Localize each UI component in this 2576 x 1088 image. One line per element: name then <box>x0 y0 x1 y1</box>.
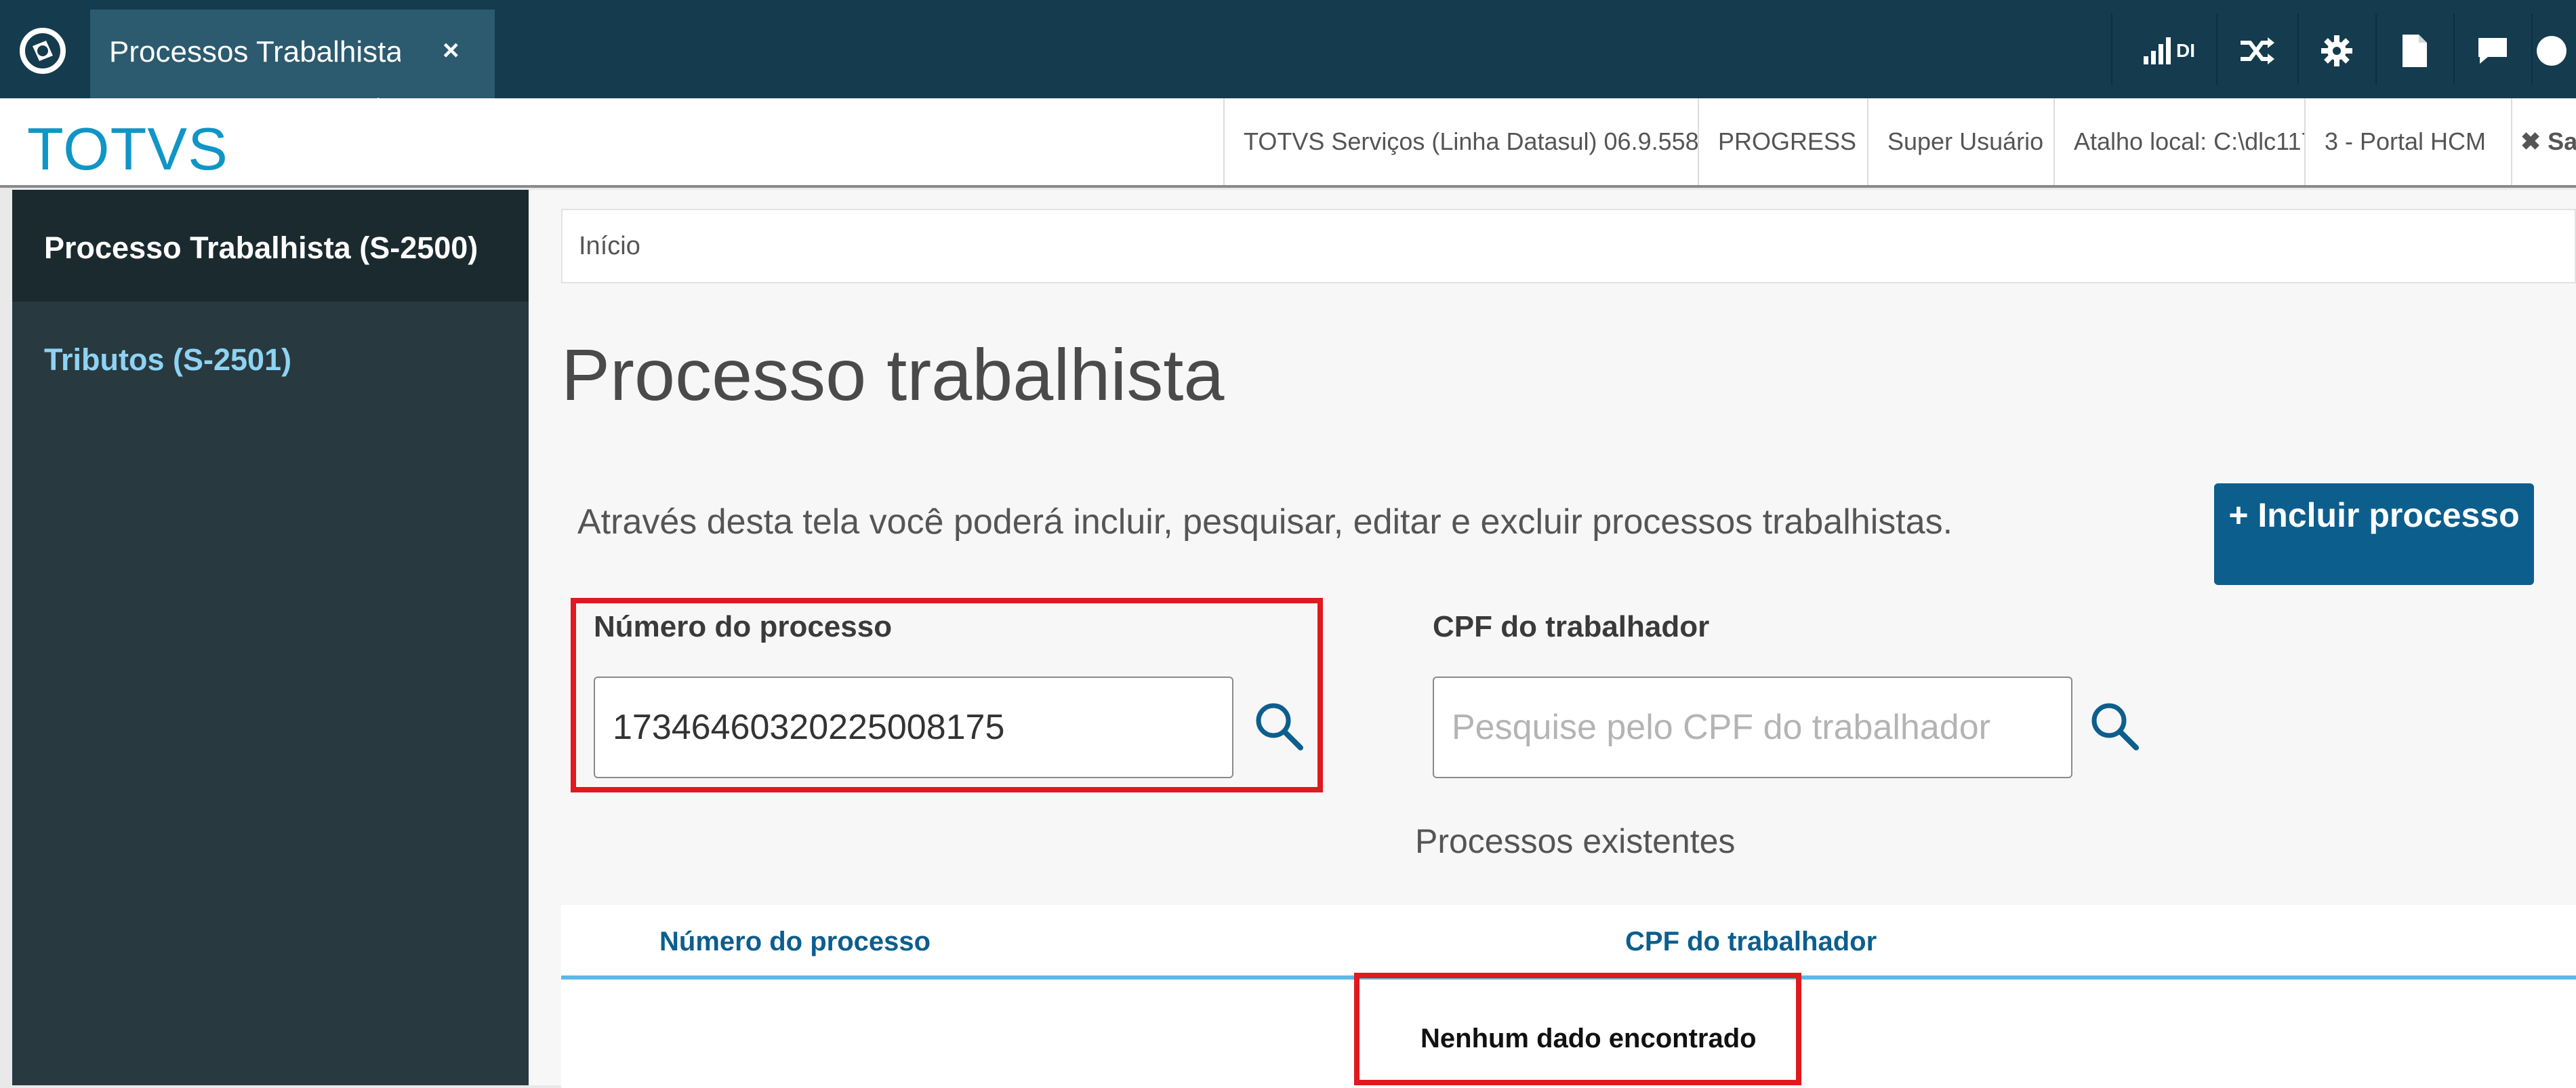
header-local-shortcut: Atalho local: C:\dlc117 <box>2053 98 2304 185</box>
search-icon[interactable] <box>2087 699 2142 753</box>
chat-icon[interactable] <box>2455 20 2530 81</box>
gear-icon[interactable] <box>2299 20 2374 81</box>
header-logout-button[interactable]: ✖ Sa <box>2511 98 2576 185</box>
info-header: TOTVS TOTVS Serviços (Linha Datasul) 06.… <box>0 98 2576 188</box>
sidebar-item-processo-trabalhista[interactable]: Processo Trabalhista (S-2500) <box>12 190 529 302</box>
top-bar: Processos Trabalhista: × DI <box>0 0 2576 108</box>
main-content: Início Processo trabalhista Através dest… <box>529 190 2576 1088</box>
toolbar-divider <box>2216 14 2217 85</box>
brand-logo: TOTVS <box>27 115 228 182</box>
table-header: Número do processo CPF do trabalhador <box>561 905 2576 980</box>
signal-icon[interactable]: DI <box>2128 20 2209 81</box>
shuffle-icon[interactable] <box>2220 20 2294 81</box>
toolbar-divider <box>2375 14 2377 85</box>
document-icon[interactable] <box>2377 20 2452 81</box>
section-title: Processos existentes <box>1415 822 1736 860</box>
header-database: PROGRESS <box>1698 98 1867 185</box>
tab-processos-trabalhistas[interactable]: Processos Trabalhista: × <box>90 9 495 108</box>
sidebar-item-tributos[interactable]: Tributos (S-2501) <box>44 342 291 378</box>
header-user: Super Usuário <box>1867 98 2053 185</box>
toolbar-divider <box>2453 14 2455 85</box>
signal-label: DI <box>2176 40 2195 61</box>
totvs-logo-icon[interactable] <box>19 27 66 75</box>
page-description: Através desta tela você poderá incluir, … <box>577 502 1953 542</box>
tab-title: Processos Trabalhista: <box>109 35 401 68</box>
header-product-version: TOTVS Serviços (Linha Datasul) 06.9.5582 <box>1223 98 1698 185</box>
sidebar: Processo Trabalhista (S-2500) Tributos (… <box>12 190 529 1085</box>
highlight-box <box>571 598 1323 792</box>
toolbar-divider <box>2297 14 2299 85</box>
page-title: Processo trabalhista <box>561 334 1225 416</box>
breadcrumb: Início <box>561 209 2576 283</box>
sidebar-item-label: Processo Trabalhista (S-2500) <box>44 230 478 265</box>
toolbar-divider <box>2531 14 2533 85</box>
add-process-button[interactable]: + Incluir processo <box>2214 483 2534 585</box>
cpf-search-input[interactable]: Pesquise pelo CPF do trabalhador <box>1433 677 2072 778</box>
highlight-box <box>1354 973 1801 1085</box>
toolbar-divider <box>2111 14 2112 85</box>
help-icon[interactable] <box>2535 20 2576 81</box>
column-header-cpf[interactable]: CPF do trabalhador <box>1625 927 1877 957</box>
tab-close-button[interactable]: × <box>443 34 459 66</box>
column-header-process-number[interactable]: Número do processo <box>659 927 931 957</box>
header-portal: 3 - Portal HCM <box>2304 98 2511 185</box>
cpf-label: CPF do trabalhador <box>1433 610 1710 643</box>
breadcrumb-home-link[interactable]: Início <box>579 232 640 261</box>
